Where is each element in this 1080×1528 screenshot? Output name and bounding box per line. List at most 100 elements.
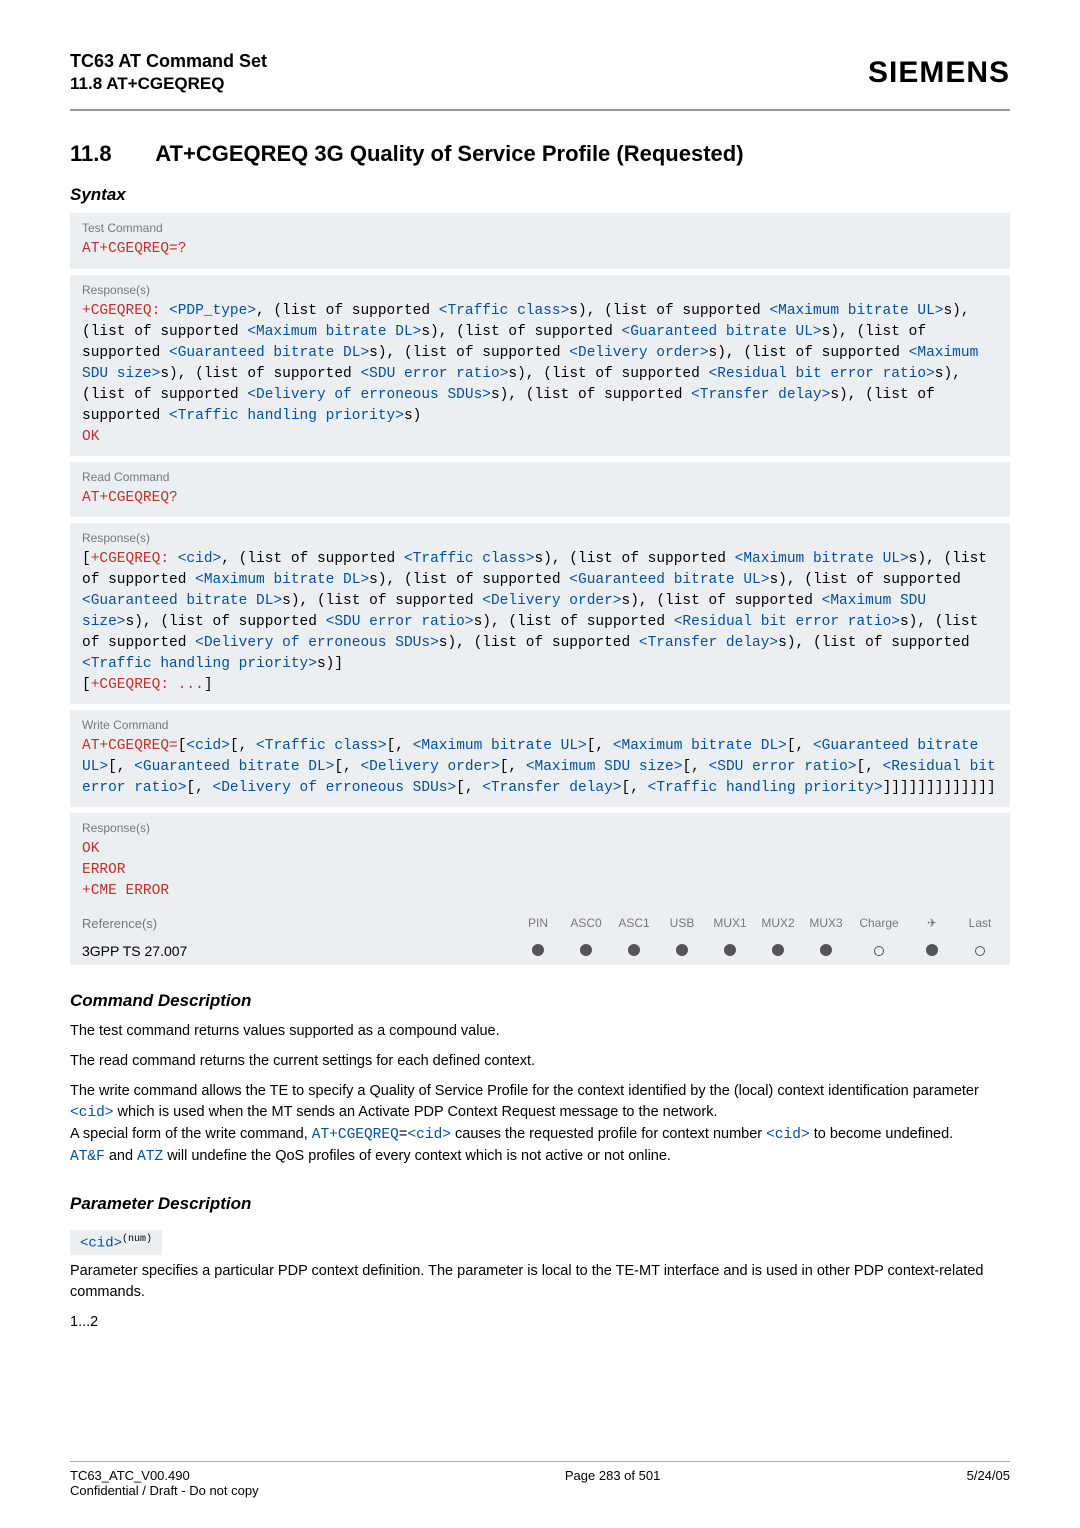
t-9: s), (list of supported [508,366,708,382]
d-cid2: <cid> [407,1127,451,1143]
d-cid1: <cid> [70,1105,114,1121]
t-tc: <Traffic class> [439,303,570,319]
read-response-body: [+CGEQREQ: <cid>, (list of supported <Tr… [82,549,998,696]
read-command-box: Read Command AT+CGEQREQ? [70,462,1010,517]
write-command-box: Write Command AT+CGEQREQ=[<cid>[, <Traff… [70,710,1010,807]
param-cid-label: <cid> [80,1235,122,1251]
doc-subtitle: 11.8 AT+CGEQREQ [70,73,267,95]
header-divider [70,109,1010,111]
t-ok: OK [82,427,998,448]
r-cid: <cid> [178,551,222,567]
write-cme: +CME ERROR [82,881,998,902]
write-command-label: Write Command [82,718,998,732]
r-11: s), (list of supported [439,635,639,651]
t-gbu: <Guaranteed bitrate UL> [622,324,822,340]
t-se: <SDU error ratio> [360,366,508,382]
w-cmd: AT+CGEQREQ= [82,738,178,754]
w-c9: [, [857,759,883,775]
w-c1: [, [230,738,256,754]
command-description-heading: Command Description [70,991,1010,1011]
syntax-heading: Syntax [70,185,1010,205]
w-cid: <cid> [186,738,230,754]
r-tp: <Traffic handling priority> [82,656,317,672]
test-command: AT+CGEQREQ=? [82,239,998,260]
dot-mux1 [712,943,748,959]
section-title: AT+CGEQREQ 3G Quality of Service Profile… [155,141,743,166]
col-last: Last [962,916,998,930]
t-pdp: <PDP_type> [169,303,256,319]
w-close: ]]]]]]]]]]]]] [883,780,996,796]
r-de: <Delivery of erroneous SDUs> [195,635,439,651]
write-command-body: AT+CGEQREQ=[<cid>[, <Traffic class>[, <M… [82,736,998,799]
w-tc: <Traffic class> [256,738,387,754]
dot-mux2 [760,943,796,959]
w-c7: [, [500,759,526,775]
footer-right: 5/24/05 [967,1468,1010,1498]
airplane-icon: ✈ [914,916,950,930]
doc-title: TC63 AT Command Set [70,50,267,73]
dot-usb [664,943,700,959]
r-gbd: <Guaranteed bitrate DL> [82,593,282,609]
footer-center: Page 283 of 501 [565,1468,660,1498]
r-cb: ] [334,656,343,672]
t-td: <Transfer delay> [691,387,830,403]
col-usb: USB [664,916,700,930]
dot-air [914,943,950,959]
r-gbu: <Guaranteed bitrate UL> [569,572,769,588]
t-2: s), (list of supported [569,303,769,319]
r-re: <Residual bit error ratio> [674,614,900,630]
w-c11: [, [456,780,482,796]
dot-asc0 [568,943,604,959]
w-td: <Transfer delay> [482,780,621,796]
param-cid-box: <cid>(num) [70,1230,162,1256]
param-range: 1...2 [70,1312,1010,1332]
r-6: s), (list of supported [282,593,482,609]
desc-p2: The read command returns the current set… [70,1051,1010,1071]
w-mbu: <Maximum bitrate UL> [413,738,587,754]
brand-logo: SIEMENS [868,56,1010,90]
reference-value-row: 3GPP TS 27.007 [70,937,1010,965]
param-text: Parameter specifies a particular PDP con… [70,1261,1010,1302]
read-command-label: Read Command [82,470,998,484]
r-cb2: ] [204,677,213,693]
footer-left-2: Confidential / Draft - Do not copy [70,1483,259,1498]
d3a: The write command allows the TE to speci… [70,1083,979,1099]
reference-value: 3GPP TS 27.007 [82,943,187,959]
section-heading: 11.8 AT+CGEQREQ 3G Quality of Service Pr… [70,141,1010,167]
dot-pin [520,943,556,959]
r-4: s), (list of supported [369,572,569,588]
header-left: TC63 AT Command Set 11.8 AT+CGEQREQ [70,50,267,95]
w-ms: <Maximum SDU size> [526,759,683,775]
footer-left: TC63_ATC_V00.490 Confidential / Draft - … [70,1468,259,1498]
param-cid-row: <cid>(num) [70,1224,1010,1262]
col-mux2: MUX2 [760,916,796,930]
d4a: A special form of the write command, [70,1126,312,1142]
w-c3: [, [587,738,613,754]
w-mbd: <Maximum bitrate DL> [613,738,787,754]
parameter-description-heading: Parameter Description [70,1194,1010,1214]
desc-p1: The test command returns values supporte… [70,1021,1010,1041]
dot-last [962,943,998,959]
r-td: <Transfer delay> [639,635,778,651]
w-gbd: <Guaranteed bitrate DL> [134,759,334,775]
w-c4: [, [787,738,813,754]
d-cid3: <cid> [766,1127,810,1143]
param-cid-sup: (num) [122,1234,152,1245]
r-mbu: <Maximum bitrate UL> [735,551,909,567]
desc-p3: The write command allows the TE to speci… [70,1081,1010,1167]
t-mbd: <Maximum bitrate DL> [247,324,421,340]
test-response-box: Response(s) +CGEQREQ: <PDP_type>, (list … [70,275,1010,456]
write-error: ERROR [82,860,998,881]
d4b: causes the requested profile for context… [451,1126,766,1142]
r-5: s), (list of supported [769,572,960,588]
d-at: AT+CGEQREQ [312,1127,399,1143]
page-footer: TC63_ATC_V00.490 Confidential / Draft - … [70,1461,1010,1498]
t-8: s), (list of supported [160,366,360,382]
r-1: , (list of supported [221,551,404,567]
test-response-body: +CGEQREQ: <PDP_type>, (list of supported… [82,301,998,448]
w-c10: [, [186,780,212,796]
col-pin: PIN [520,916,556,930]
reference-header-row: Reference(s) PIN ASC0 ASC1 USB MUX1 MUX2… [70,910,1010,937]
d3b: which is used when the MT sends an Activ… [114,1104,718,1120]
w-c12: [, [622,780,648,796]
